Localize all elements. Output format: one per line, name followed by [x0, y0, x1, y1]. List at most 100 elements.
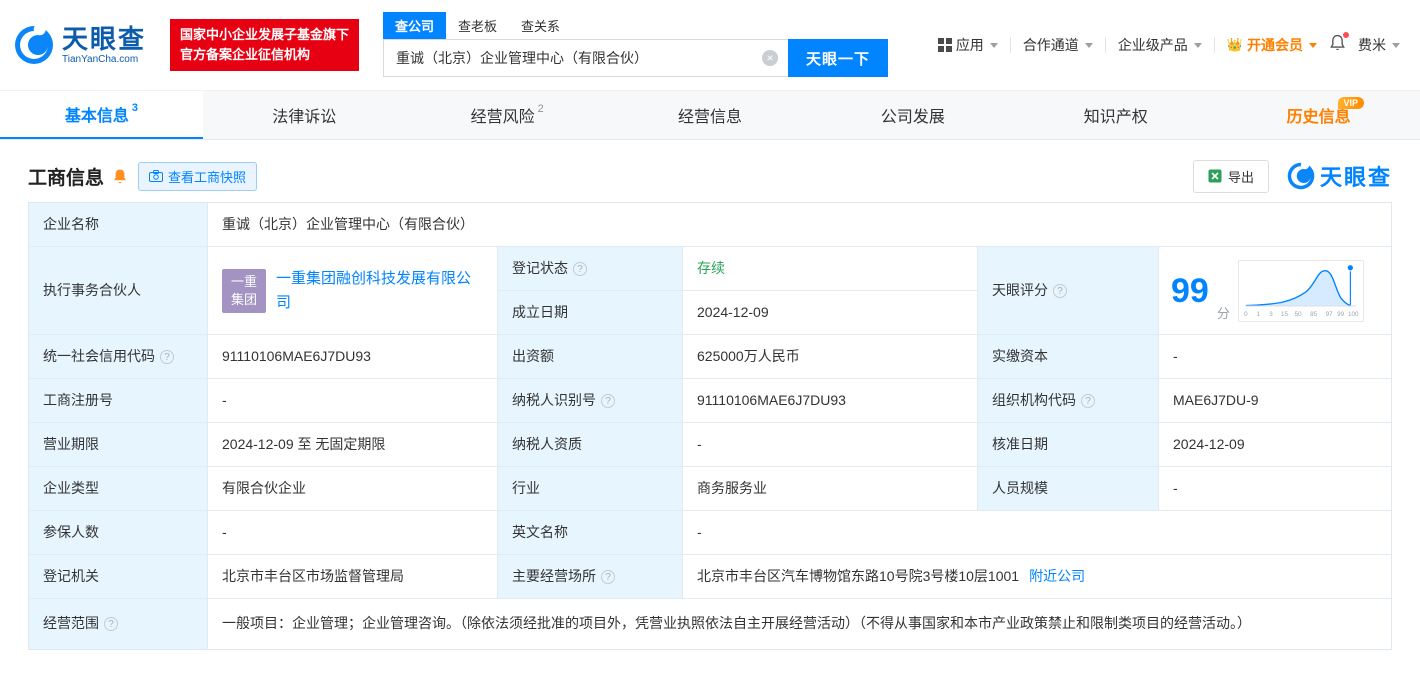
tab-basic-info[interactable]: 基本信息 3: [0, 91, 203, 139]
tab-operational-risk[interactable]: 经营风险 2: [406, 91, 609, 139]
field-label-capital: 出资额: [498, 335, 683, 379]
view-snapshot-label: 查看工商快照: [168, 169, 247, 185]
tab-development-label: 公司发展: [880, 109, 945, 126]
field-label-insured-count: 参保人数: [29, 511, 208, 555]
brand-text: 天眼查: [1319, 165, 1392, 190]
subscribe-bell-icon[interactable]: [112, 168, 128, 185]
field-value-org-code: MAE6J7DU-9: [1159, 379, 1391, 423]
view-snapshot-button[interactable]: 查看工商快照: [138, 161, 258, 191]
field-label-credit-code: 统一社会信用代码: [29, 335, 208, 379]
excel-export-icon: [1208, 169, 1222, 183]
tab-intellectual-property[interactable]: 知识产权: [1014, 91, 1217, 139]
nav-cooperation[interactable]: 合作通道: [1023, 35, 1093, 55]
top-header: 天眼查 TianYanCha.com 国家中小企业发展子基金旗下 官方备案企业征…: [0, 0, 1420, 90]
search-box: [383, 39, 789, 77]
field-label-business-place: 主要经营场所: [498, 555, 683, 599]
tab-legal-proceedings[interactable]: 法律诉讼: [203, 91, 406, 139]
notification-bell-icon[interactable]: [1329, 31, 1349, 57]
tab-history-info[interactable]: 历史信息 VIP: [1217, 91, 1420, 139]
svg-text:1: 1: [1257, 311, 1261, 318]
svg-text:0: 0: [1244, 311, 1248, 318]
field-label-staff-size: 人员规模: [978, 467, 1159, 511]
header-nav: 应用 合作通道 企业级产品 👑 开通会员 费米: [937, 31, 1400, 57]
partner-company-link[interactable]: 一重集团融创科技发展有限公司: [276, 267, 483, 314]
field-label-registration-authority: 登记机关: [29, 555, 208, 599]
score-value: 99: [1171, 271, 1209, 310]
score-distribution-chart: 0 1 3 15 50 85 97 99 100: [1237, 259, 1364, 322]
chevron-down-icon: [1392, 42, 1400, 48]
field-value-registration-authority: 北京市丰台区市场监督管理局: [208, 555, 498, 599]
notification-dot: [1343, 31, 1349, 38]
search-tab-company[interactable]: 查公司: [383, 12, 447, 39]
search-tabs: 查公司 查老板 查关系: [383, 12, 888, 39]
nearby-companies-link[interactable]: 附近公司: [1029, 566, 1085, 588]
svg-text:3: 3: [1269, 311, 1273, 318]
tab-business-info[interactable]: 经营信息: [609, 91, 812, 139]
apps-grid-icon: [937, 38, 952, 52]
field-value-staff-size: -: [1159, 467, 1391, 511]
tab-risk-label: 经营风险: [470, 109, 535, 126]
help-icon[interactable]: [573, 261, 587, 276]
tianyancha-watermark: 天眼查: [1287, 160, 1392, 192]
field-label-paid-capital: 实缴资本: [978, 335, 1159, 379]
field-label-registration-number: 工商注册号: [29, 379, 208, 423]
gov-badge-line1: 国家中小企业发展子基金旗下: [180, 26, 350, 42]
nav-user-account[interactable]: 费米: [1358, 35, 1400, 55]
tab-basic-info-label: 基本信息: [64, 108, 129, 125]
svg-text:15: 15: [1281, 311, 1288, 318]
help-icon[interactable]: [104, 616, 118, 631]
svg-text:85: 85: [1310, 311, 1317, 318]
help-icon[interactable]: [1081, 393, 1095, 408]
tianyancha-logo-icon: [15, 25, 53, 64]
field-value-company-type: 有限合伙企业: [208, 467, 498, 511]
field-value-executive-partner: 一重 集团 一重集团融创科技发展有限公司: [208, 247, 498, 335]
field-value-business-term: 2024-12-09 至 无固定期限: [208, 423, 498, 467]
svg-text:97: 97: [1325, 311, 1332, 318]
field-label-company-name: 企业名称: [29, 203, 208, 247]
field-label-business-scope: 经营范围: [29, 599, 208, 649]
section-title: 工商信息: [28, 167, 105, 189]
help-icon[interactable]: [160, 349, 174, 364]
help-icon[interactable]: [601, 393, 615, 408]
field-value-taxpayer-id: 91110106MAE6J7DU93: [683, 379, 978, 423]
business-info-section-bar: 工商信息 查看工商快照 导出 天眼查: [28, 159, 1392, 193]
nav-vip-label: 开通会员: [1247, 37, 1303, 53]
vip-badge: VIP: [1337, 97, 1365, 109]
field-label-executive-partner: 执行事务合伙人: [29, 247, 208, 335]
logo-title: 天眼查: [62, 24, 147, 55]
search-tab-boss[interactable]: 查老板: [446, 12, 509, 39]
nav-enterprise-products[interactable]: 企业级产品: [1118, 35, 1202, 55]
help-icon[interactable]: [601, 569, 615, 584]
tianyancha-logo[interactable]: 天眼查 TianYanCha.com: [14, 25, 164, 65]
search-tab-relation[interactable]: 查关系: [509, 12, 572, 39]
tianyancha-brand-icon: [1287, 162, 1315, 190]
tab-legal-label: 法律诉讼: [272, 109, 337, 126]
nav-apps[interactable]: 应用: [937, 35, 998, 55]
field-value-approval-date: 2024-12-09: [1159, 423, 1391, 467]
nav-divider: [1104, 37, 1106, 53]
field-value-insured-count: -: [208, 511, 498, 555]
gov-badge-line2: 官方备案企业征信机构: [180, 47, 311, 62]
tab-business-label: 经营信息: [678, 109, 743, 126]
field-label-tianyan-score: 天眼评分: [978, 247, 1159, 335]
field-value-industry: 商务服务业: [683, 467, 978, 511]
nav-open-vip[interactable]: 👑 开通会员: [1227, 35, 1317, 55]
camera-icon: [149, 170, 164, 182]
tab-company-development[interactable]: 公司发展: [811, 91, 1014, 139]
field-value-credit-code: 91110106MAE6J7DU93: [208, 335, 498, 379]
export-button[interactable]: 导出: [1192, 159, 1269, 193]
search-input[interactable]: [383, 39, 789, 77]
svg-text:99: 99: [1337, 311, 1344, 318]
score-unit: 分: [1216, 305, 1230, 321]
field-label-business-term: 营业期限: [29, 423, 208, 467]
clear-search-icon[interactable]: [762, 50, 779, 66]
search-button[interactable]: 天眼一下: [788, 39, 889, 77]
field-label-taxpayer-quality: 纳税人资质: [498, 423, 683, 467]
field-value-taxpayer-quality: -: [683, 423, 978, 467]
field-label-english-name: 英文名称: [498, 511, 683, 555]
business-registration-table: 企业名称 重诚（北京）企业管理中心（有限合伙） 执行事务合伙人 一重 集团 一重…: [28, 202, 1392, 650]
tab-risk-badge: 2: [537, 103, 544, 115]
field-value-establish-date: 2024-12-09: [683, 291, 978, 335]
help-icon[interactable]: [1053, 283, 1067, 298]
crown-icon: 👑: [1226, 37, 1243, 52]
